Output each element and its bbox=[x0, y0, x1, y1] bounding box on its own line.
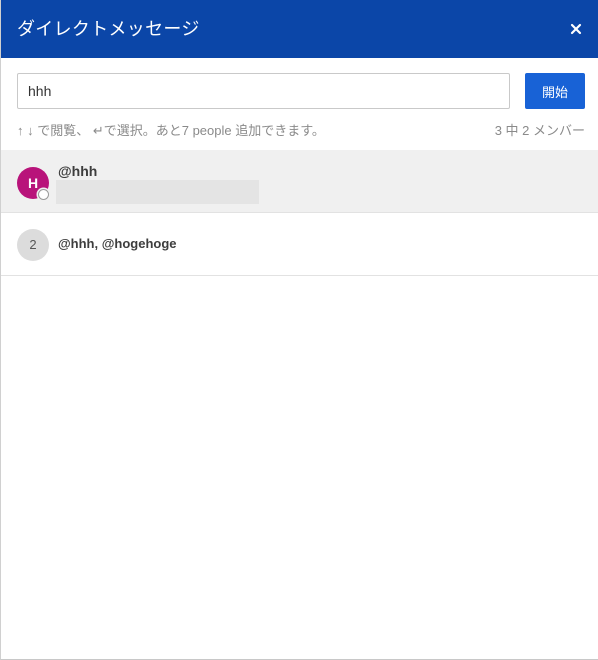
hint-row: ↑ ↓ で閲覧、 ↵で選択。あと7 people 追加できます。 3 中 2 メ… bbox=[17, 120, 585, 138]
list-item[interactable]: 2 @hhh, @hogehoge bbox=[1, 213, 598, 276]
search-input[interactable] bbox=[17, 73, 510, 109]
group-count-avatar: 2 bbox=[17, 229, 49, 261]
direct-message-modal: ダイレクトメッセージ 開始 ↑ ↓ で閲覧、 ↵で選択。あと7 people 追… bbox=[0, 0, 598, 660]
list-item-name: @hhh bbox=[58, 163, 98, 179]
list-item[interactable]: H @hhh bbox=[1, 150, 598, 213]
close-icon bbox=[570, 23, 582, 35]
status-offline-icon bbox=[38, 189, 49, 200]
search-row: 開始 bbox=[17, 73, 585, 109]
navigation-hint: ↑ ↓ で閲覧、 ↵で選択。あと7 people 追加できます。 bbox=[17, 123, 325, 138]
close-button[interactable] bbox=[567, 20, 585, 38]
list-item-name: @hhh, @hogehoge bbox=[58, 236, 177, 251]
results-list: H @hhh 2 @hhh, @hogehoge bbox=[1, 150, 598, 276]
modal-title: ダイレクトメッセージ bbox=[17, 19, 200, 39]
list-item-detail-placeholder bbox=[56, 180, 259, 204]
member-count: 3 中 2 メンバー bbox=[494, 123, 585, 138]
modal-header: ダイレクトメッセージ bbox=[1, 0, 598, 58]
start-button[interactable]: 開始 bbox=[525, 73, 585, 109]
